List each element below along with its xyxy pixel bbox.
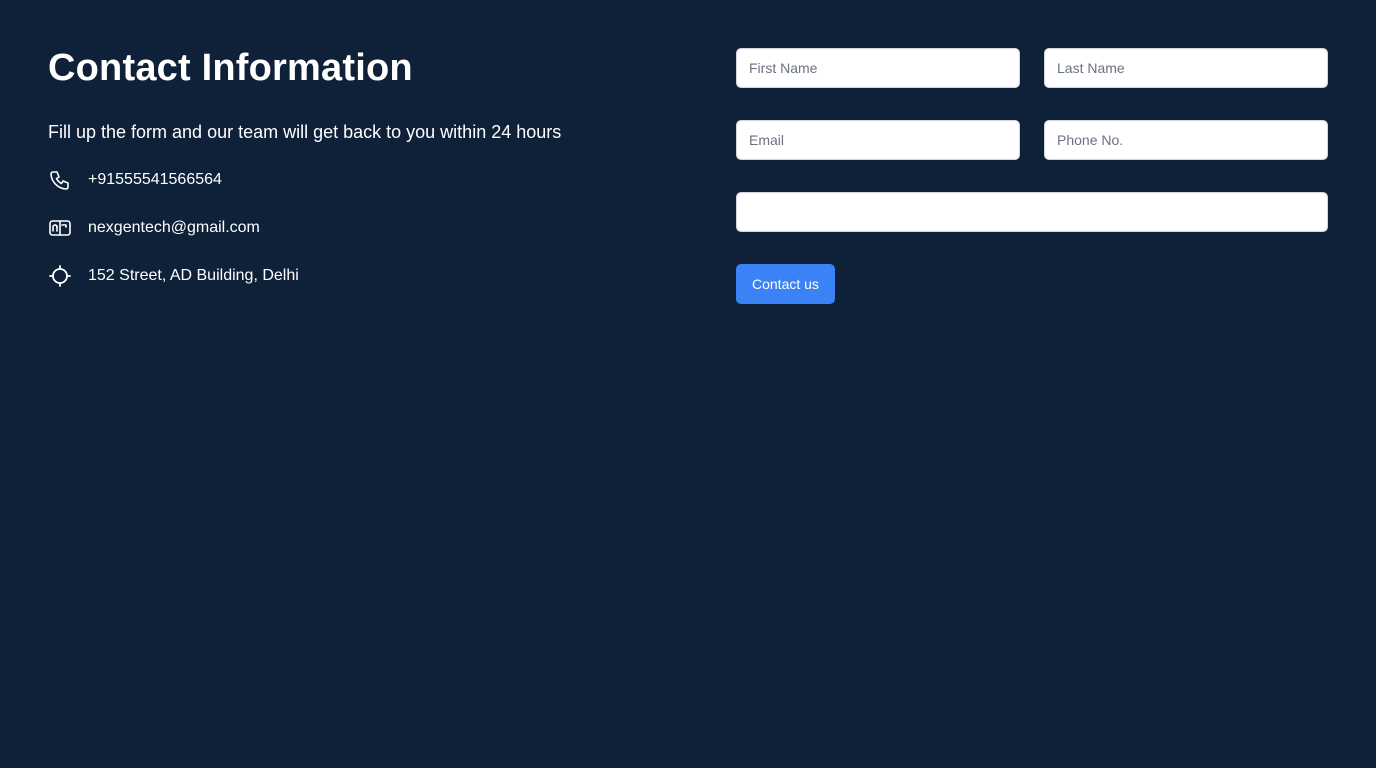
contact-address-text: 152 Street, AD Building, Delhi	[88, 267, 299, 284]
name-row	[736, 48, 1328, 88]
message-input[interactable]	[736, 192, 1328, 232]
contact-us-button[interactable]: Contact us	[736, 264, 835, 304]
contact-phone-item: +91555541566564	[48, 168, 688, 192]
mail-icon	[48, 216, 72, 240]
contact-email-text: nexgentech@gmail.com	[88, 219, 260, 236]
message-row	[736, 192, 1328, 232]
contact-phone-text: +91555541566564	[88, 171, 222, 188]
contact-row	[736, 120, 1328, 160]
contact-subtitle: Fill up the form and our team will get b…	[48, 122, 562, 142]
location-icon	[48, 264, 72, 288]
page-title: Contact Information	[48, 47, 413, 89]
first-name-input[interactable]	[736, 48, 1020, 88]
contact-info-panel: Contact Information Fill up the form and…	[48, 44, 688, 312]
contact-details-list: +91555541566564 nexgentech@gmail.com 152…	[48, 168, 688, 288]
contact-page: Contact Information Fill up the form and…	[0, 0, 1376, 768]
email-input[interactable]	[736, 120, 1020, 160]
phone-input[interactable]	[1044, 120, 1328, 160]
contact-address-item: 152 Street, AD Building, Delhi	[48, 264, 688, 288]
contact-email-item: nexgentech@gmail.com	[48, 216, 688, 240]
contact-form: Contact us	[736, 48, 1328, 304]
last-name-input[interactable]	[1044, 48, 1328, 88]
phone-icon	[48, 168, 72, 192]
